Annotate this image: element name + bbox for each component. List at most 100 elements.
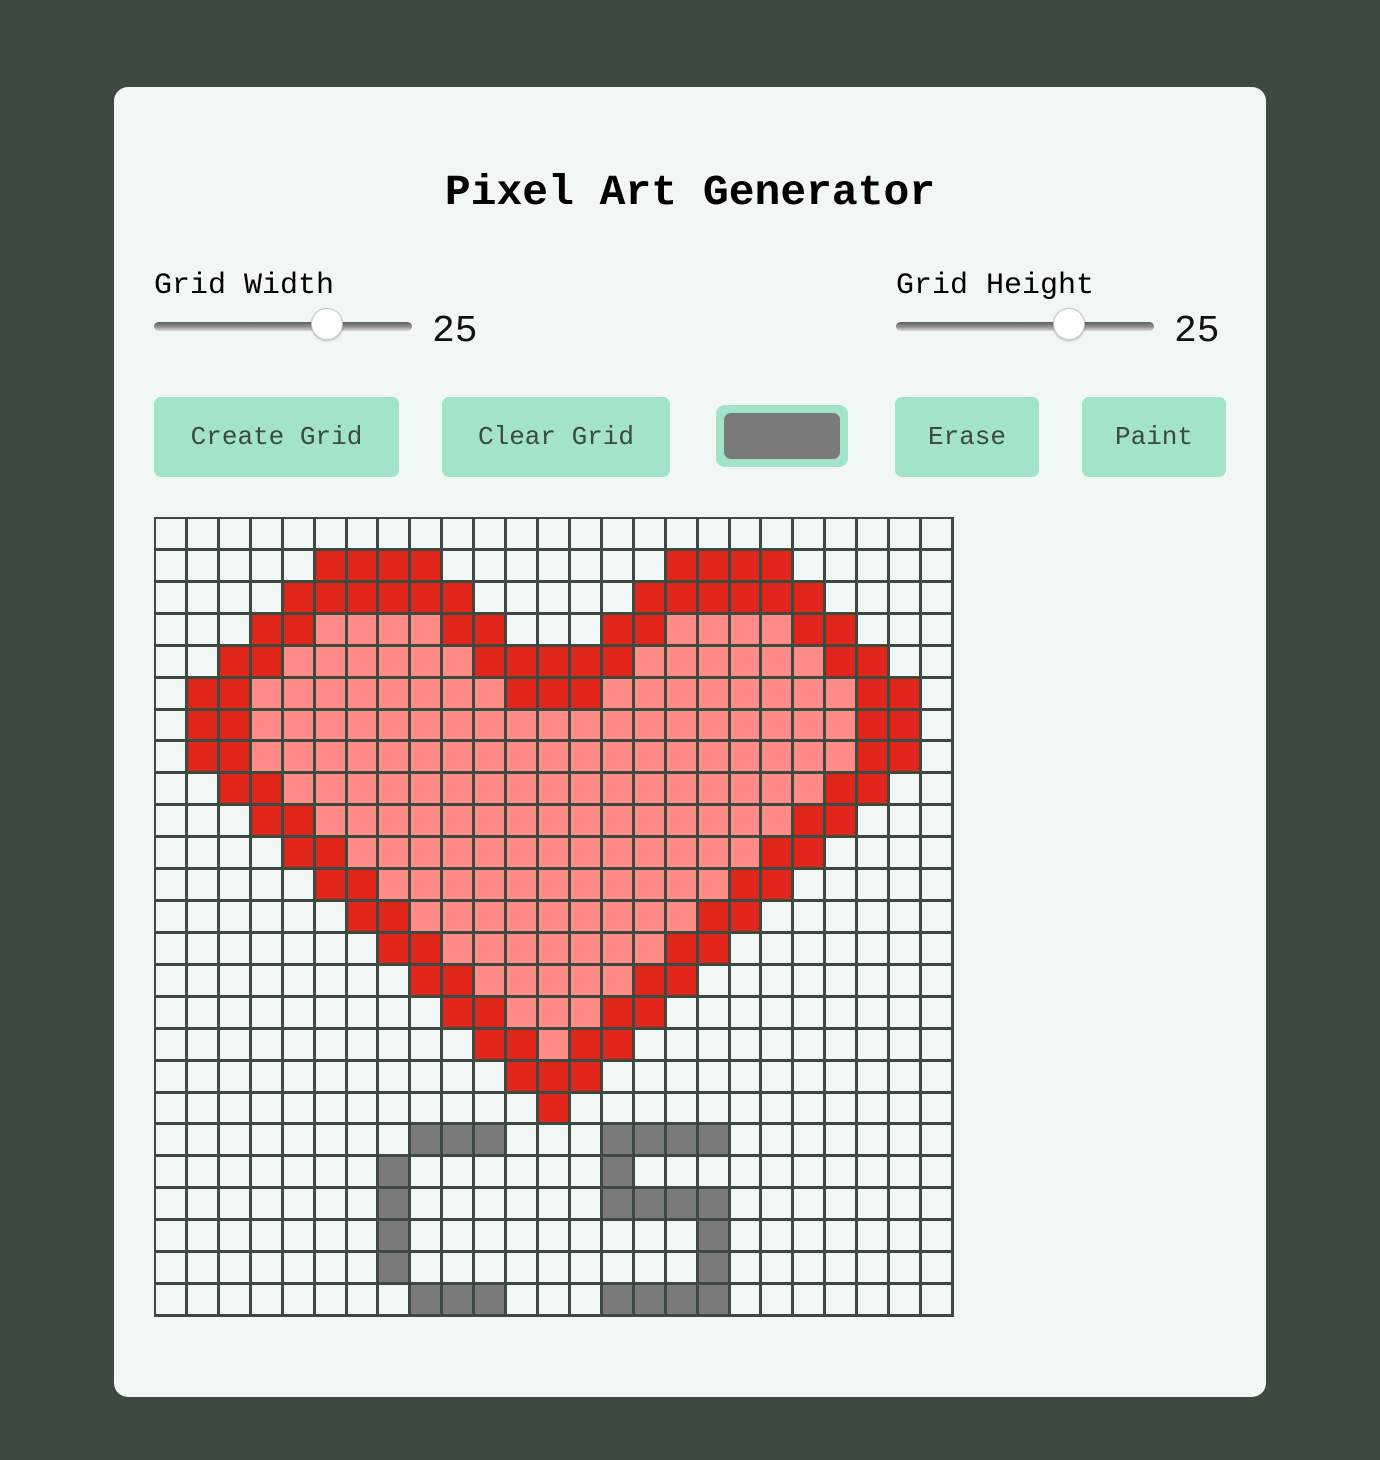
grid-cell[interactable] — [219, 646, 252, 679]
paint-button[interactable]: Paint — [1082, 397, 1226, 477]
grid-cell[interactable] — [826, 550, 859, 583]
grid-cell[interactable] — [539, 710, 571, 743]
grid-cell[interactable] — [666, 1253, 699, 1286]
grid-cell[interactable] — [634, 774, 667, 807]
grid-cell[interactable] — [507, 519, 540, 551]
grid-cell[interactable] — [507, 1253, 540, 1286]
grid-cell[interactable] — [634, 965, 667, 998]
grid-cell[interactable] — [507, 1285, 540, 1317]
grid-cell[interactable] — [570, 1061, 603, 1094]
grid-cell[interactable] — [219, 519, 252, 551]
grid-cell[interactable] — [666, 1189, 699, 1222]
grid-cell[interactable] — [283, 1285, 316, 1317]
grid-cell[interactable] — [411, 806, 444, 839]
grid-cell[interactable] — [698, 902, 731, 934]
grid-cell[interactable] — [762, 965, 795, 998]
grid-cell[interactable] — [219, 742, 252, 775]
grid-cell[interactable] — [156, 1125, 188, 1158]
grid-cell[interactable] — [251, 870, 284, 903]
grid-cell[interactable] — [347, 1285, 380, 1317]
grid-cell[interactable] — [475, 1221, 508, 1254]
grid-cell[interactable] — [315, 965, 348, 998]
grid-cell[interactable] — [443, 1093, 476, 1126]
grid-cell[interactable] — [666, 1061, 699, 1094]
grid-cell[interactable] — [219, 774, 252, 807]
grid-cell[interactable] — [156, 614, 188, 647]
grid-cell[interactable] — [570, 582, 603, 615]
grid-cell[interactable] — [251, 519, 284, 551]
grid-cell[interactable] — [251, 965, 284, 998]
grid-cell[interactable] — [570, 614, 603, 647]
grid-cell[interactable] — [251, 1189, 284, 1222]
grid-cell[interactable] — [507, 710, 540, 743]
grid-cell[interactable] — [698, 582, 731, 615]
grid-cell[interactable] — [666, 1093, 699, 1126]
grid-cell[interactable] — [634, 582, 667, 615]
grid-cell[interactable] — [762, 1061, 795, 1094]
grid-cell[interactable] — [187, 1029, 220, 1062]
grid-cell[interactable] — [570, 806, 603, 839]
grid-cell[interactable] — [347, 1061, 380, 1094]
grid-cell[interactable] — [539, 965, 571, 998]
grid-cell[interactable] — [730, 582, 763, 615]
grid-cell[interactable] — [826, 678, 859, 711]
grid-cell[interactable] — [570, 678, 603, 711]
grid-cell[interactable] — [570, 997, 603, 1030]
grid-cell[interactable] — [890, 1061, 923, 1094]
grid-cell[interactable] — [794, 1061, 827, 1094]
grid-cell[interactable] — [858, 838, 891, 871]
grid-cell[interactable] — [411, 1189, 444, 1222]
grid-cell[interactable] — [315, 1221, 348, 1254]
grid-cell[interactable] — [634, 902, 667, 934]
grid-cell[interactable] — [507, 1157, 540, 1190]
grid-cell[interactable] — [922, 614, 954, 647]
grid-cell[interactable] — [570, 965, 603, 998]
grid-cell[interactable] — [922, 550, 954, 583]
grid-cell[interactable] — [379, 614, 412, 647]
grid-cell[interactable] — [858, 1285, 891, 1317]
grid-cell[interactable] — [570, 1285, 603, 1317]
grid-cell[interactable] — [730, 742, 763, 775]
selected-color-swatch[interactable] — [724, 413, 840, 459]
grid-cell[interactable] — [698, 870, 731, 903]
grid-cell[interactable] — [730, 965, 763, 998]
grid-cell[interactable] — [283, 933, 316, 966]
grid-cell[interactable] — [379, 1061, 412, 1094]
grid-cell[interactable] — [443, 965, 476, 998]
grid-cell[interactable] — [507, 1189, 540, 1222]
grid-cell[interactable] — [251, 933, 284, 966]
grid-cell[interactable] — [762, 582, 795, 615]
grid-cell[interactable] — [730, 550, 763, 583]
grid-cell[interactable] — [315, 870, 348, 903]
grid-cell[interactable] — [347, 902, 380, 934]
grid-cell[interactable] — [443, 1125, 476, 1158]
grid-cell[interactable] — [411, 774, 444, 807]
grid-cell[interactable] — [922, 1189, 954, 1222]
grid-cell[interactable] — [794, 1285, 827, 1317]
grid-cell[interactable] — [922, 870, 954, 903]
grid-cell[interactable] — [156, 1029, 188, 1062]
grid-cell[interactable] — [315, 1157, 348, 1190]
grid-cell[interactable] — [826, 582, 859, 615]
grid-cell[interactable] — [443, 519, 476, 551]
grid-cell[interactable] — [730, 1221, 763, 1254]
grid-cell[interactable] — [283, 742, 316, 775]
grid-cell[interactable] — [602, 646, 635, 679]
grid-cell[interactable] — [890, 870, 923, 903]
grid-cell[interactable] — [762, 1029, 795, 1062]
grid-cell[interactable] — [156, 1189, 188, 1222]
grid-cell[interactable] — [634, 1029, 667, 1062]
grid-cell[interactable] — [443, 838, 476, 871]
grid-cell[interactable] — [698, 1221, 731, 1254]
grid-cell[interactable] — [156, 1285, 188, 1317]
grid-cell[interactable] — [890, 774, 923, 807]
grid-cell[interactable] — [730, 1253, 763, 1286]
grid-cell[interactable] — [634, 933, 667, 966]
grid-cell[interactable] — [283, 1189, 316, 1222]
grid-cell[interactable] — [315, 646, 348, 679]
grid-cell[interactable] — [634, 742, 667, 775]
grid-cell[interactable] — [570, 1189, 603, 1222]
grid-cell[interactable] — [283, 902, 316, 934]
grid-height-slider-thumb[interactable] — [1052, 308, 1085, 340]
grid-cell[interactable] — [539, 1285, 571, 1317]
